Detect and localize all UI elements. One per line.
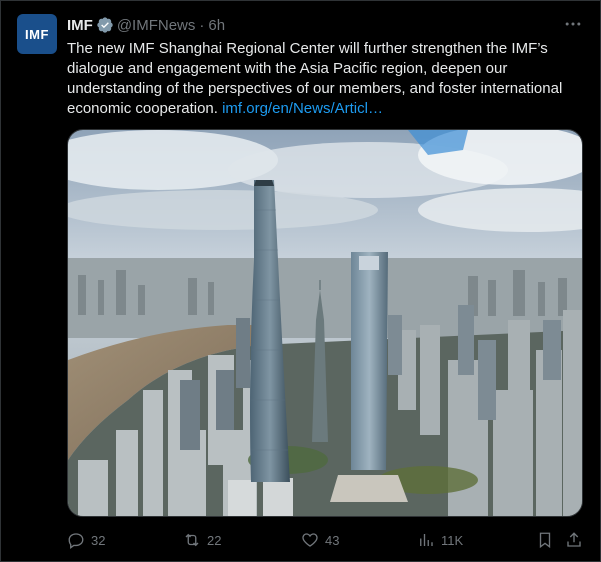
views-icon [420, 534, 433, 546]
reply-count: 32 [91, 532, 106, 548]
view-count: 11K [441, 532, 464, 548]
heart-icon [302, 533, 318, 547]
tweet-text: The new IMF Shanghai Regional Center wil… [67, 39, 589, 119]
shanghai-skyline-photo [68, 130, 582, 516]
like-button[interactable]: 43 [301, 531, 339, 549]
share-button[interactable] [565, 531, 589, 549]
reply-button[interactable]: 32 [67, 531, 105, 549]
bookmark-icon [539, 532, 551, 549]
reply-icon [68, 533, 84, 549]
more-options-icon[interactable] [562, 13, 584, 35]
author-name[interactable]: IMF [67, 17, 93, 34]
author-handle[interactable]: @IMFNews [117, 17, 196, 34]
tweet-timestamp[interactable]: 6h [208, 17, 225, 34]
retweet-icon [185, 533, 199, 547]
tweet-photo[interactable] [67, 129, 583, 517]
avatar[interactable]: IMF [17, 14, 57, 54]
views-button[interactable]: 11K [417, 531, 463, 549]
retweet-button[interactable]: 22 [183, 531, 221, 549]
tweet-link[interactable]: imf.org/en/News/Articl… [222, 100, 383, 117]
verified-badge-icon [96, 16, 114, 34]
retweet-count: 22 [207, 532, 222, 548]
tweet-card[interactable]: IMF IMF @IMFNews · 6h The new IMF Shangh… [0, 0, 601, 562]
tweet-header: IMF @IMFNews · 6h [67, 15, 225, 35]
bookmark-button[interactable] [536, 531, 560, 549]
avatar-label: IMF [25, 26, 49, 42]
header-separator: · [199, 16, 205, 34]
tweet-actions: 32 22 43 11K [67, 527, 589, 553]
share-icon [567, 532, 581, 547]
like-count: 43 [325, 532, 340, 548]
